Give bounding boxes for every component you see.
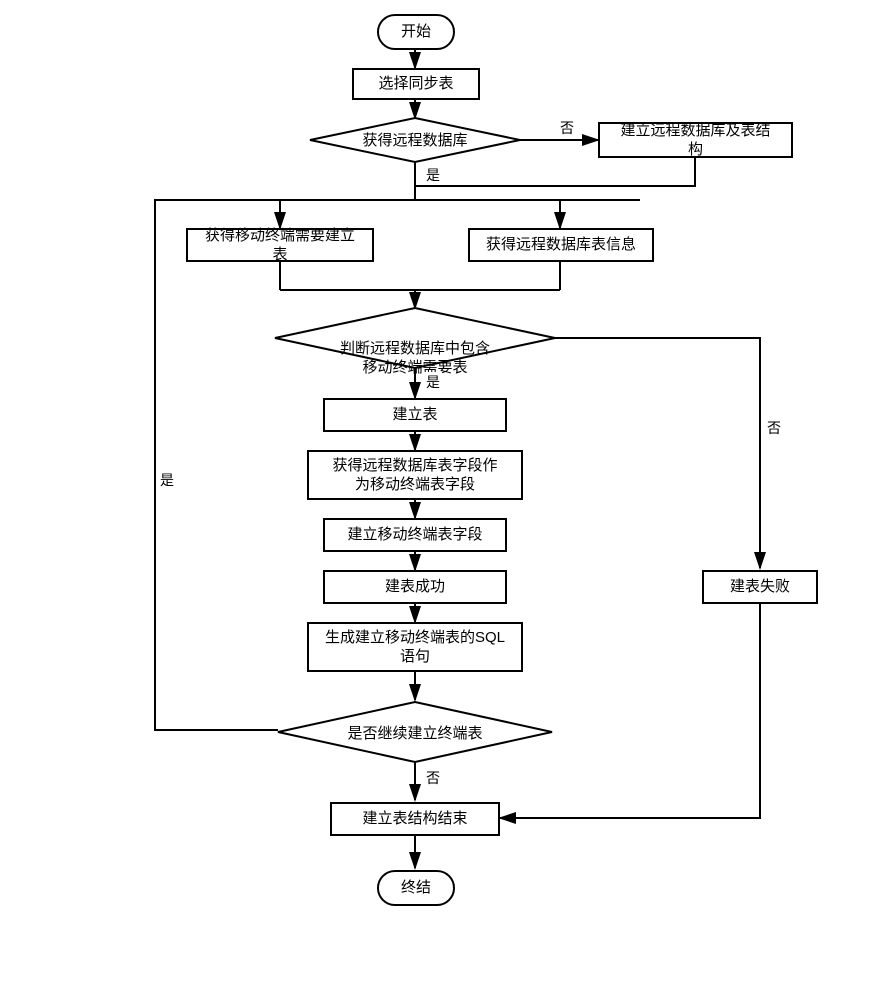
start-terminator: 开始 xyxy=(377,14,455,50)
get-remote-fields-label: 获得远程数据库表字段作 为移动终端表字段 xyxy=(332,456,497,495)
get-remote-fields-process: 获得远程数据库表字段作 为移动终端表字段 xyxy=(307,450,523,500)
create-terminal-fields-label: 建立移动终端表字段 xyxy=(347,525,482,545)
continue-create-no-label: 否 xyxy=(424,768,442,788)
select-sync-table-process: 选择同步表 xyxy=(352,68,480,100)
create-table-label: 建立表 xyxy=(392,405,437,425)
create-terminal-fields-process: 建立移动终端表字段 xyxy=(323,518,507,552)
continue-create-yes-label: 是 xyxy=(158,470,176,490)
get-remote-db-yes-label: 是 xyxy=(424,165,442,185)
judge-contains-yes-label: 是 xyxy=(424,372,442,392)
get-terminal-need-tables-process: 获得移动终端需要建立表 xyxy=(186,228,374,262)
struct-done-process: 建立表结构结束 xyxy=(330,802,500,836)
get-remote-db-label: 获得远程数据库 xyxy=(310,131,520,151)
select-sync-table-label: 选择同步表 xyxy=(378,74,453,94)
end-terminator: 终结 xyxy=(377,870,455,906)
judge-contains-no-label: 否 xyxy=(765,418,783,438)
gen-sql-label: 生成建立移动终端表的SQL 语句 xyxy=(325,628,505,667)
create-table-process: 建立表 xyxy=(323,398,507,432)
start-label: 开始 xyxy=(401,22,431,42)
get-remote-table-info-label: 获得远程数据库表信息 xyxy=(486,235,636,255)
struct-done-label: 建立表结构结束 xyxy=(362,809,467,829)
gen-sql-process: 生成建立移动终端表的SQL 语句 xyxy=(307,622,523,672)
get-terminal-need-tables-label: 获得移动终端需要建立表 xyxy=(202,226,358,265)
create-table-success-process: 建表成功 xyxy=(323,570,507,604)
get-remote-db-no-label: 否 xyxy=(558,118,576,138)
get-remote-table-info-process: 获得远程数据库表信息 xyxy=(468,228,654,262)
create-remote-db-label: 建立远程数据库及表结构 xyxy=(614,121,777,160)
end-label: 终结 xyxy=(401,878,431,898)
continue-create-label: 是否继续建立终端表 xyxy=(278,724,552,744)
create-remote-db-process: 建立远程数据库及表结构 xyxy=(598,122,793,158)
judge-contains-label: 判断远程数据库中包含 移动终端需要表 xyxy=(275,319,555,378)
create-table-fail-label: 建表失败 xyxy=(730,577,790,597)
create-table-success-label: 建表成功 xyxy=(385,577,445,597)
create-table-fail-process: 建表失败 xyxy=(702,570,818,604)
